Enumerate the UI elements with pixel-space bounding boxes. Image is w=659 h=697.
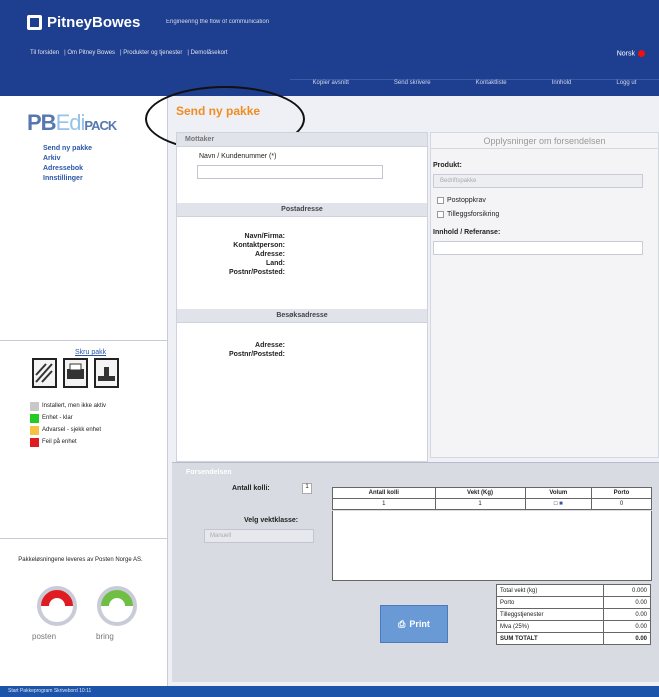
customer-label: Navn / Kundenummer (*)	[199, 153, 277, 160]
weight-input[interactable]: 1	[434, 498, 526, 510]
field-label: Adresse:	[255, 251, 285, 258]
toolbar-item-logout[interactable]: Logg ut	[616, 80, 636, 91]
checkbox-box	[437, 197, 444, 204]
volume-cell[interactable]: □ ■	[524, 498, 592, 510]
pb-edipack-logo: PBEdiPACK	[27, 110, 117, 135]
swatch	[30, 401, 39, 411]
summary-row: Mva (25%) 0.00	[495, 620, 651, 633]
printer-icon[interactable]	[63, 358, 88, 388]
product-label: Produkt:	[433, 162, 462, 169]
legend-item: Installert, men ikke aktiv	[30, 400, 106, 412]
recipient-panel: Mottaker Navn / Kundenummer (*) Postadre…	[176, 132, 428, 462]
device-link[interactable]: Skru pakk	[75, 349, 106, 356]
sidebar-item-send[interactable]: Send ny pakke	[43, 144, 92, 154]
toolbar: Kopier avsnitt Send skrivere Kontaktlist…	[290, 79, 659, 91]
language-selector[interactable]: Norsk	[617, 50, 645, 57]
summary-row: Tilleggstjenester 0.00	[495, 608, 651, 621]
taskbar[interactable]: Start Pakkeprogram Skrivebord 10:11	[0, 686, 659, 697]
label-printer-icon[interactable]	[32, 358, 57, 388]
legend-item: Enhet - klar	[30, 412, 106, 424]
print-button[interactable]: ⎙ Print	[380, 605, 448, 643]
package-count-label: Antall kolli:	[232, 485, 270, 492]
tagline: Engineering the flow of communication	[166, 19, 270, 25]
swatch	[30, 425, 39, 435]
product-select[interactable]: Bedriftspakke	[433, 174, 643, 188]
field-label: Kontaktperson:	[233, 242, 285, 249]
bring-logo-icon	[97, 586, 137, 626]
top-header: PitneyBowes Engineering the flow of comm…	[0, 0, 659, 96]
summary-row: Total vekt (kg) 0.000	[495, 584, 651, 597]
nav-link-home[interactable]: Til forsiden	[30, 50, 59, 56]
nav-link-products[interactable]: Produkter og tjenester	[123, 50, 182, 56]
main-area: PBEdiPACK Send ny pakke Arkiv Adressebok…	[0, 86, 659, 686]
nav-link-demo[interactable]: Demolåsekort	[191, 50, 228, 56]
toolbar-item-3[interactable]: Innhold	[552, 80, 572, 91]
sidebar-item-arkiv[interactable]: Arkiv	[43, 154, 92, 164]
recipient-header: Mottaker	[177, 133, 427, 147]
toolbar-item-0[interactable]: Kopier avsnitt	[313, 80, 349, 91]
column-header: Vekt (Kg)	[434, 487, 526, 499]
shipment-info-header: Opplysninger om forsendelsen	[431, 133, 658, 149]
field-label: Navn/Firma:	[244, 233, 285, 240]
divider	[0, 340, 168, 341]
checkbox-insurance[interactable]: Tilleggsforsikring	[437, 211, 499, 218]
swatch	[30, 437, 39, 447]
top-nav: Til forsiden | Om Pitney Bowes | Produkter…	[30, 50, 228, 56]
sidebar: PBEdiPACK Send ny pakke Arkiv Adressebok…	[0, 96, 168, 686]
divider	[0, 538, 168, 539]
flag-icon	[638, 50, 645, 57]
partner-text: Pakkeløsningene leveres av Posten Norge …	[18, 557, 143, 563]
sidebar-item-adressebok[interactable]: Adressebok	[43, 164, 92, 174]
table-cell: 0	[590, 498, 653, 510]
legend-item: Advarsel - sjekk enhet	[30, 424, 106, 436]
customer-input[interactable]	[197, 165, 383, 179]
posten-logo-icon	[37, 586, 77, 626]
postal-address-header: Postadresse	[177, 203, 427, 217]
posten-label: posten	[32, 632, 57, 641]
table-body-area	[332, 511, 652, 581]
toolbar-item-1[interactable]: Send skrivere	[394, 80, 431, 91]
checkbox-box	[437, 211, 444, 218]
shipment-section: Forsendelsen Antall kolli: 1 Velg vektkl…	[172, 462, 659, 682]
checkbox-postoppkrav[interactable]: Postoppkrav	[437, 197, 486, 204]
pitney-bowes-logo[interactable]: PitneyBowes	[27, 14, 140, 31]
bring-label: bring	[96, 632, 114, 641]
package-count-input[interactable]: 1	[302, 483, 312, 494]
weight-class-label: Velg vektklasse:	[244, 517, 299, 524]
weight-class-select[interactable]: Manuell	[204, 529, 314, 543]
legend-item: Feil på enhet	[30, 436, 106, 448]
scale-icon[interactable]	[94, 358, 119, 388]
field-label: Land:	[265, 260, 285, 267]
print-icon: ⎙	[398, 618, 406, 629]
summary-table: Total vekt (kg) 0.000 Porto 0.00 Tilleggst…	[495, 584, 651, 645]
summary-row: Porto 0.00	[495, 596, 651, 609]
column-header: Volum	[524, 487, 592, 499]
volume-link-icon[interactable]: ■	[559, 501, 563, 507]
content-label: Innhold / Referanse:	[433, 229, 501, 236]
field-label: Postnr/Poststed:	[228, 269, 285, 276]
shipment-header: Forsendelsen	[186, 469, 232, 476]
sidebar-item-innstillinger[interactable]: Innstillinger	[43, 174, 92, 184]
swatch	[30, 413, 39, 423]
sidebar-menu: Send ny pakke Arkiv Adressebok Innstilli…	[43, 144, 92, 184]
content-input[interactable]	[433, 241, 643, 255]
toolbar-item-2[interactable]: Kontaktliste	[476, 80, 507, 91]
table-cell: 1	[332, 498, 436, 510]
pb-logo-icon	[27, 15, 42, 30]
shipment-info-panel: Opplysninger om forsendelsen Produkt: Be…	[430, 132, 659, 458]
device-status-legend: Installert, men ikke aktiv Enhet - klar …	[30, 400, 106, 448]
table-row: 1 1 □ ■ 0	[332, 498, 653, 510]
field-label: Adresse:	[255, 342, 285, 349]
summary-total-row: SUM TOTALT 0.00	[495, 632, 651, 645]
visiting-address-header: Besøksadresse	[177, 309, 427, 323]
package-table: Antall kolli Vekt (Kg) Volum Porto 1 1 □…	[332, 487, 653, 510]
nav-link-about[interactable]: Om Pitney Bowes	[67, 50, 115, 56]
table-header-row: Antall kolli Vekt (Kg) Volum Porto	[332, 487, 653, 499]
column-header: Porto	[590, 487, 653, 499]
column-header: Antall kolli	[332, 487, 436, 499]
field-label: Postnr/Poststed:	[228, 351, 285, 358]
